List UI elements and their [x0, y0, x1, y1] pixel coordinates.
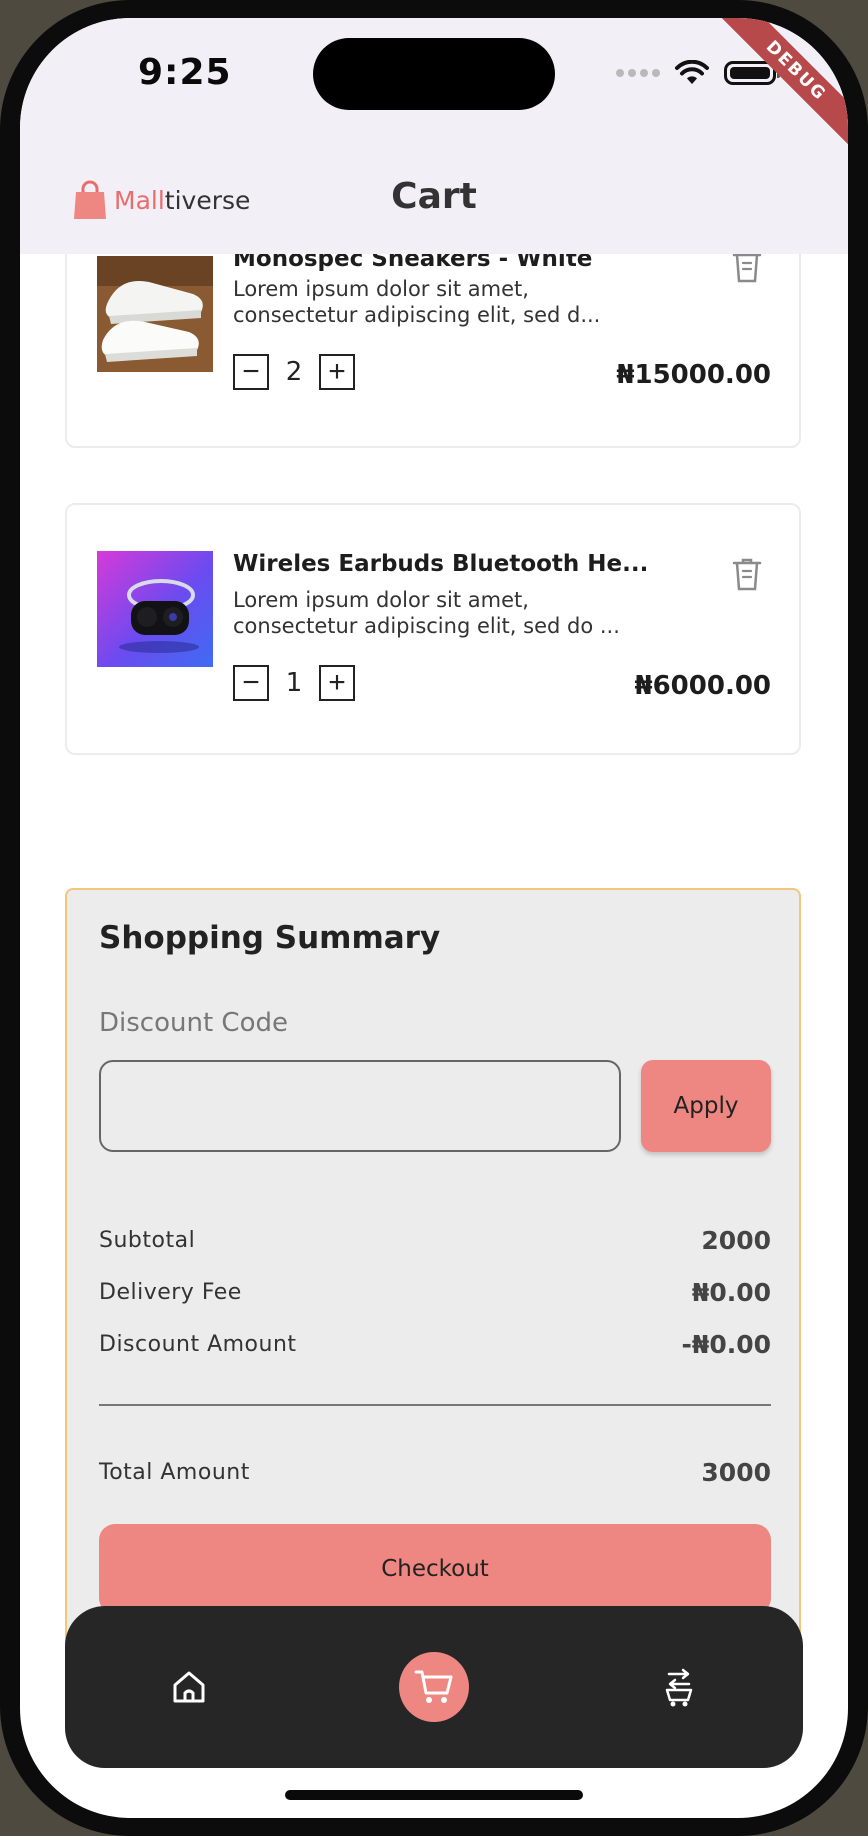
status-bar: 9:25 DEBUG [20, 18, 848, 146]
product-price: ₦15000.00 [616, 360, 771, 390]
product-image-earbuds[interactable] [97, 551, 213, 667]
decrement-button[interactable]: − [233, 354, 269, 390]
screen: 9:25 DEBUG Malltiverse Cart Monospec Sne… [20, 18, 848, 1818]
summary-divider [99, 1404, 771, 1406]
quantity-stepper: − 1 + [233, 665, 355, 701]
phone-frame: 9:25 DEBUG Malltiverse Cart Monospec Sne… [0, 0, 868, 1836]
decrement-button[interactable]: − [233, 665, 269, 701]
nav-active-indicator [399, 1652, 469, 1722]
apply-button[interactable]: Apply [641, 1060, 771, 1152]
bottom-navigation [65, 1606, 803, 1768]
status-icons [616, 60, 780, 86]
wifi-icon [675, 60, 709, 84]
product-description: Lorem ipsum dolor sit amet, consectetur … [233, 588, 620, 638]
cart-item: Monospec Sneakers - White Lorem ipsum do… [65, 254, 801, 448]
product-price: ₦6000.00 [634, 671, 771, 701]
dynamic-island [313, 38, 555, 110]
product-description: Lorem ipsum dolor sit amet, consectetur … [233, 277, 601, 327]
cart-content[interactable]: Monospec Sneakers - White Lorem ipsum do… [20, 254, 848, 1818]
checkout-button[interactable]: Checkout [99, 1524, 771, 1614]
subtotal-label: Subtotal [99, 1228, 196, 1253]
shopping-summary: Shopping Summary Discount Code Apply Sub… [65, 888, 801, 1688]
discount-amount-row: Discount Amount -₦0.00 [99, 1330, 771, 1359]
total-amount-row: Total Amount 3000 [99, 1458, 771, 1487]
home-indicator[interactable] [285, 1790, 583, 1800]
trash-icon[interactable] [731, 254, 763, 283]
nav-item-home[interactable] [147, 1606, 231, 1768]
cart-item: Wireles Earbuds Bluetooth He... Lorem ip… [65, 503, 801, 755]
total-amount-label: Total Amount [99, 1460, 250, 1485]
subtotal-value: 2000 [701, 1226, 771, 1255]
trash-icon[interactable] [731, 557, 763, 591]
home-icon [173, 1671, 205, 1703]
status-time: 9:25 [138, 52, 232, 93]
total-amount-value: 3000 [701, 1458, 771, 1487]
delivery-fee-value: ₦0.00 [691, 1278, 771, 1307]
summary-title: Shopping Summary [99, 920, 441, 956]
discount-code-label: Discount Code [99, 1008, 288, 1038]
delivery-fee-row: Delivery Fee ₦0.00 [99, 1278, 771, 1307]
product-image-sneakers[interactable] [97, 256, 213, 372]
discount-code-input[interactable] [99, 1060, 621, 1152]
increment-button[interactable]: + [319, 354, 355, 390]
cellular-signal-icon [616, 69, 660, 77]
quantity-value: 1 [285, 668, 303, 698]
product-name[interactable]: Monospec Sneakers - White [233, 254, 653, 272]
quantity-value: 2 [285, 357, 303, 387]
delivery-fee-label: Delivery Fee [99, 1280, 242, 1305]
increment-button[interactable]: + [319, 665, 355, 701]
discount-amount-label: Discount Amount [99, 1332, 297, 1357]
app-bar: Malltiverse Cart [20, 146, 848, 254]
subtotal-row: Subtotal 2000 [99, 1226, 771, 1255]
product-name[interactable]: Wireles Earbuds Bluetooth He... [233, 551, 653, 577]
nav-item-cart[interactable] [392, 1606, 476, 1768]
discount-amount-value: -₦0.00 [681, 1330, 771, 1359]
orders-icon [665, 1668, 693, 1707]
quantity-stepper: − 2 + [233, 354, 355, 390]
nav-item-orders[interactable] [637, 1606, 721, 1768]
cart-icon [414, 1670, 453, 1703]
page-title: Cart [391, 176, 477, 217]
